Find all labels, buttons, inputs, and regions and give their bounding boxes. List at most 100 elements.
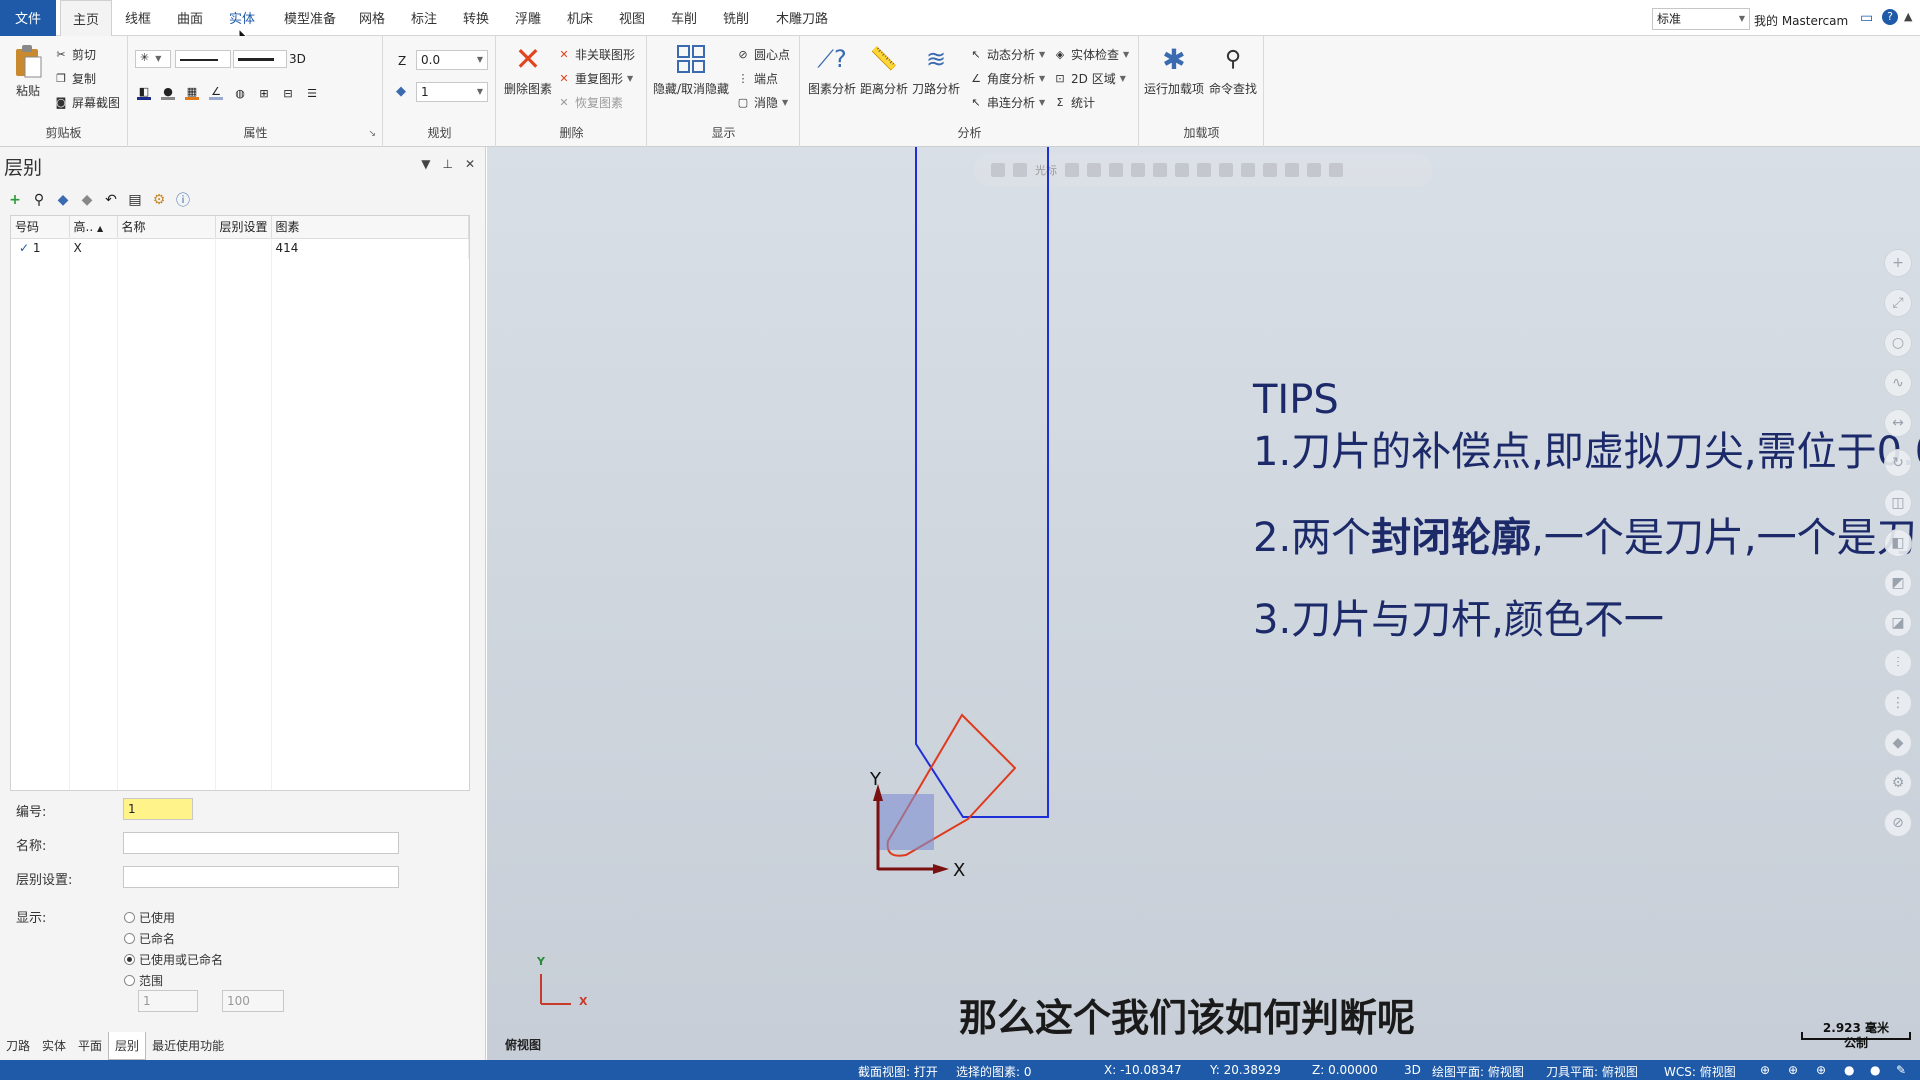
hide-unhide-button[interactable]: 隐藏/取消隐藏: [652, 42, 730, 97]
cancel-icon[interactable]: ⊘: [1884, 809, 1912, 837]
line-width-select[interactable]: [233, 50, 287, 68]
fit-icon[interactable]: ⤢: [1884, 289, 1912, 317]
col-level-set[interactable]: 层别设置: [215, 216, 272, 239]
close-icon[interactable]: ✕: [465, 157, 475, 171]
layers-off-icon[interactable]: ◆: [78, 191, 96, 209]
tab-wireframe[interactable]: 线框: [118, 0, 158, 36]
solid-color-icon[interactable]: ●: [161, 85, 175, 100]
restore-entities-button[interactable]: ✕ 恢复图素: [557, 92, 623, 112]
layers-icon[interactable]: ◆: [54, 191, 72, 209]
globe-icon[interactable]: ⊕: [1760, 1063, 1770, 1077]
level-set-input[interactable]: [123, 866, 399, 888]
duplicate-geometry-button[interactable]: ✕ 重复图形 ▼: [557, 68, 633, 88]
wireframe-color-icon[interactable]: ◧: [137, 85, 151, 100]
list-icon[interactable]: ▤: [126, 191, 144, 209]
z-depth-input[interactable]: 0.0 ▼: [416, 50, 488, 70]
rotate-icon[interactable]: ↻: [1884, 449, 1912, 477]
name-input[interactable]: [123, 832, 399, 854]
cut-button[interactable]: ✂ 剪切: [54, 44, 96, 64]
tab-toolpaths[interactable]: 刀路: [0, 1032, 36, 1060]
tab-solids-manager[interactable]: 实体: [36, 1032, 72, 1060]
range-from-input[interactable]: 1: [138, 990, 198, 1012]
curve-icon[interactable]: ∿: [1884, 369, 1912, 397]
clear-colors-icon[interactable]: ⊟: [281, 86, 295, 100]
edit-icon[interactable]: ✎: [1896, 1063, 1906, 1077]
entity-analysis-button[interactable]: ⟋? 图素分析: [807, 42, 857, 97]
surface-color-icon[interactable]: ▦: [185, 85, 199, 100]
table-row[interactable]: ✓ 1 X 414: [11, 238, 469, 258]
globe-icon-2[interactable]: ⊕: [1788, 1063, 1798, 1077]
unrelated-geometry-button[interactable]: ✕ 非关联图形: [557, 44, 635, 64]
radio-used[interactable]: 已使用: [124, 909, 175, 926]
help-icon[interactable]: ⓘ: [174, 191, 192, 209]
point-style-select[interactable]: ✳ ▼: [135, 50, 171, 68]
distance-analysis-button[interactable]: 📏 距离分析: [859, 42, 909, 97]
search-icon[interactable]: ⚲: [30, 191, 48, 209]
chain-analysis-button[interactable]: ↖ 串连分析 ▼: [969, 92, 1045, 112]
tab-surfaces[interactable]: 曲面: [170, 0, 210, 36]
range-to-input[interactable]: 100: [222, 990, 284, 1012]
attribute-manager-icon[interactable]: ☰: [305, 86, 319, 100]
tab-model-prep[interactable]: 模型准备: [278, 0, 342, 36]
layers-icon[interactable]: ◆: [1884, 729, 1912, 757]
material-icon[interactable]: ◍: [233, 86, 247, 100]
area-2d-button[interactable]: ⊡ 2D 区域 ▼: [1053, 68, 1125, 88]
line-style-select[interactable]: [175, 50, 231, 68]
tab-home[interactable]: 主页: [60, 0, 112, 36]
tab-view[interactable]: 视图: [612, 0, 652, 36]
gear-icon[interactable]: ⚙: [150, 191, 168, 209]
graphics-viewport[interactable]: 光标 Y X Y X TIPS 1.刀片的补偿点,即虚拟刀尖,需位于0.0 2.: [487, 147, 1920, 1060]
tab-drafting[interactable]: 标注: [404, 0, 444, 36]
tab-file[interactable]: 文件: [0, 0, 56, 36]
paste-button[interactable]: 粘贴: [8, 44, 48, 99]
add-level-icon[interactable]: +: [6, 191, 24, 209]
collapse-ribbon-icon[interactable]: ▲: [1904, 10, 1912, 23]
run-addin-button[interactable]: ✱ 运行加载项: [1144, 42, 1204, 97]
tab-levels[interactable]: 层别: [108, 1032, 147, 1060]
endpoint-button[interactable]: ⋮ 端点: [736, 68, 779, 88]
col-entities[interactable]: 图素: [271, 216, 469, 239]
construction-plane-status[interactable]: 绘图平面: 俯视图: [1432, 1063, 1524, 1080]
toolholder-outline[interactable]: [915, 147, 1049, 818]
center-point-button[interactable]: ⊘ 圆心点: [736, 44, 790, 64]
shaded-icon[interactable]: ◩: [1884, 569, 1912, 597]
tab-mill[interactable]: 铣削: [716, 0, 756, 36]
dynamic-analysis-button[interactable]: ↖ 动态分析 ▼: [969, 44, 1045, 64]
tab-lathe[interactable]: 车削: [664, 0, 704, 36]
tab-planes[interactable]: 平面: [72, 1032, 108, 1060]
tab-wood-toolpath[interactable]: 木雕刀路: [770, 0, 834, 36]
sphere-icon-2[interactable]: ●: [1870, 1063, 1880, 1077]
tab-transform[interactable]: 转换: [456, 0, 496, 36]
delete-entities-button[interactable]: ✕ 删除图素: [503, 40, 553, 97]
help-icon[interactable]: ?: [1882, 9, 1898, 25]
col-name[interactable]: 名称: [117, 216, 216, 239]
wcs-status[interactable]: WCS: 俯视图: [1664, 1063, 1736, 1080]
my-mastercam-link[interactable]: 我的 Mastercam: [1754, 12, 1848, 29]
number-input[interactable]: 1: [123, 798, 193, 820]
col-high[interactable]: 高.. ▲: [69, 216, 118, 239]
tab-machine[interactable]: 机床: [560, 0, 600, 36]
command-finder-button[interactable]: ⚲ 命令查找: [1206, 42, 1260, 97]
chat-icon[interactable]: ▭: [1860, 10, 1873, 26]
angle-analysis-button[interactable]: ∠ 角度分析 ▼: [969, 68, 1045, 88]
section-icon[interactable]: ◪: [1884, 609, 1912, 637]
col-number[interactable]: 号码: [11, 216, 70, 239]
solid-view-icon[interactable]: ◧: [1884, 529, 1912, 557]
3d-toggle[interactable]: 3D: [289, 52, 306, 66]
radio-range[interactable]: 范围: [124, 972, 163, 989]
set-attributes-icon[interactable]: ⊞: [257, 86, 271, 100]
radio-named[interactable]: 已命名: [124, 930, 175, 947]
pin-icon[interactable]: ⊥: [442, 157, 452, 171]
level-input[interactable]: 1 ▼: [416, 82, 488, 102]
toolpath-analysis-button[interactable]: ≋ 刀路分析: [911, 42, 961, 97]
line-color-icon[interactable]: ∠: [209, 85, 223, 100]
globe-icon-3[interactable]: ⊕: [1816, 1063, 1826, 1077]
blank-button[interactable]: ▢ 消隐 ▼: [736, 92, 788, 112]
screenshot-button[interactable]: ◙ 屏幕截图: [54, 92, 120, 112]
tool-plane-status[interactable]: 刀具平面: 俯视图: [1546, 1063, 1638, 1080]
solid-check-button[interactable]: ◈ 实体检查 ▼: [1053, 44, 1129, 64]
copy-button[interactable]: ❐ 复制: [54, 68, 96, 88]
mode-3d-toggle[interactable]: 3D: [1404, 1063, 1421, 1077]
settings-icon[interactable]: ⚙: [1884, 769, 1912, 797]
grid-icon[interactable]: ⋮: [1884, 689, 1912, 717]
